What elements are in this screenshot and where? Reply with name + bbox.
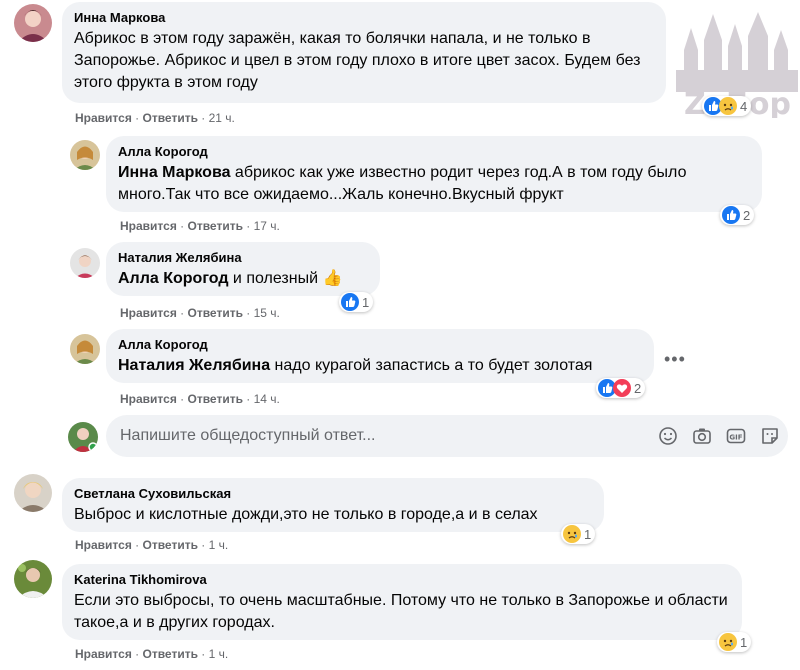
like-icon: [341, 293, 359, 311]
mention-link[interactable]: Наталия Желябина: [118, 357, 270, 374]
comment-bubble: Наталия Желябина Алла Корогод и полезный…: [106, 242, 380, 296]
reply-input[interactable]: Напишите общедоступный ответ... GIF: [106, 415, 788, 457]
reaction-count: 2: [743, 207, 751, 223]
comment-time[interactable]: 1 ч.: [209, 538, 229, 552]
avatar[interactable]: [14, 474, 52, 512]
comment-text: Инна Маркова абрикос как уже известно ро…: [118, 164, 687, 203]
reaction-count: 2: [634, 380, 642, 396]
avatar[interactable]: [14, 560, 52, 598]
like-link[interactable]: Нравится: [120, 306, 177, 320]
comment-bubble: Инна Маркова Абрикос в этом году заражён…: [62, 2, 666, 103]
comment-text: Выброс и кислотные дожди,это не только в…: [74, 506, 538, 523]
comment-actions: Нравится · Ответить · 1 ч.: [75, 647, 229, 661]
reaction-summary[interactable]: 1: [339, 292, 374, 312]
comment-actions: Нравится · Ответить · 17 ч.: [120, 219, 280, 233]
reply-link[interactable]: Ответить: [143, 111, 198, 125]
camera-icon[interactable]: [692, 426, 712, 446]
reaction-count: 1: [740, 634, 748, 650]
svg-text:GIF: GIF: [729, 434, 742, 442]
sticker-icon[interactable]: [760, 426, 780, 446]
reaction-summary[interactable]: 2: [720, 205, 755, 225]
comment-time[interactable]: 14 ч.: [254, 392, 280, 406]
reply-link[interactable]: Ответить: [143, 647, 198, 661]
reply-link[interactable]: Ответить: [188, 219, 243, 233]
comment-actions: Нравится · Ответить · 15 ч.: [120, 306, 280, 320]
comment-time[interactable]: 17 ч.: [254, 219, 280, 233]
reaction-count: 4: [740, 98, 748, 114]
like-link[interactable]: Нравится: [75, 538, 132, 552]
sad-icon: [719, 97, 737, 115]
comment-author[interactable]: Наталия Желябина: [118, 250, 368, 266]
comment-bubble: Алла Корогод Инна Маркова абрикос как уж…: [106, 136, 762, 212]
avatar[interactable]: [70, 248, 100, 278]
comment-author[interactable]: Алла Корогод: [118, 144, 750, 160]
comment-author[interactable]: Katerina Tikhomirova: [74, 572, 730, 588]
like-link[interactable]: Нравится: [120, 219, 177, 233]
like-link[interactable]: Нравится: [75, 111, 132, 125]
comment-text: Наталия Желябина надо курагой запастись …: [118, 357, 593, 374]
like-link[interactable]: Нравится: [120, 392, 177, 406]
comment-text: Если это выбросы, то очень масштабные. П…: [74, 592, 728, 631]
reaction-count: 1: [584, 526, 592, 542]
comment-time[interactable]: 15 ч.: [254, 306, 280, 320]
gif-icon[interactable]: GIF: [726, 426, 746, 446]
heart-icon: [613, 379, 631, 397]
reply-link[interactable]: Ответить: [188, 306, 243, 320]
comment-author[interactable]: Инна Маркова: [74, 10, 654, 26]
sad-icon: [563, 525, 581, 543]
like-icon: [722, 206, 740, 224]
comment-actions: Нравится · Ответить · 21 ч.: [75, 111, 235, 125]
reaction-count: 1: [362, 294, 370, 310]
avatar[interactable]: [14, 4, 52, 42]
reply-link[interactable]: Ответить: [143, 538, 198, 552]
reply-link[interactable]: Ответить: [188, 392, 243, 406]
avatar[interactable]: [70, 334, 100, 364]
comment-actions: Нравится · Ответить · 1 ч.: [75, 538, 229, 552]
mention-link[interactable]: Инна Маркова: [118, 164, 230, 181]
comment-actions: Нравится · Ответить · 14 ч.: [120, 392, 280, 406]
comment-bubble: Светлана Суховильская Выброс и кислотные…: [62, 478, 604, 532]
reaction-summary[interactable]: 1: [717, 632, 752, 652]
reaction-summary[interactable]: 4: [702, 96, 752, 116]
current-user-avatar[interactable]: [68, 422, 98, 452]
comment-text: Абрикос в этом году заражён, какая то бо…: [74, 30, 641, 91]
comment-text: Алла Корогод и полезный 👍: [118, 270, 343, 287]
comment-time[interactable]: 1 ч.: [209, 647, 229, 661]
avatar[interactable]: [70, 140, 100, 170]
emoji-icon[interactable]: [658, 426, 678, 446]
comment-bubble: Katerina Tikhomirova Если это выбросы, т…: [62, 564, 742, 640]
comment-author[interactable]: Светлана Суховильская: [74, 486, 592, 502]
like-link[interactable]: Нравится: [75, 647, 132, 661]
comment-time[interactable]: 21 ч.: [209, 111, 235, 125]
comment-author[interactable]: Алла Корогод: [118, 337, 642, 353]
comment-bubble: Алла Корогод Наталия Желябина надо кураг…: [106, 329, 654, 383]
reply-placeholder: Напишите общедоступный ответ...: [120, 427, 376, 444]
sad-icon: [719, 633, 737, 651]
more-options-button[interactable]: •••: [664, 349, 686, 370]
reaction-summary[interactable]: 2: [596, 378, 646, 398]
mention-link[interactable]: Алла Корогод: [118, 270, 228, 287]
reaction-summary[interactable]: 1: [561, 524, 596, 544]
